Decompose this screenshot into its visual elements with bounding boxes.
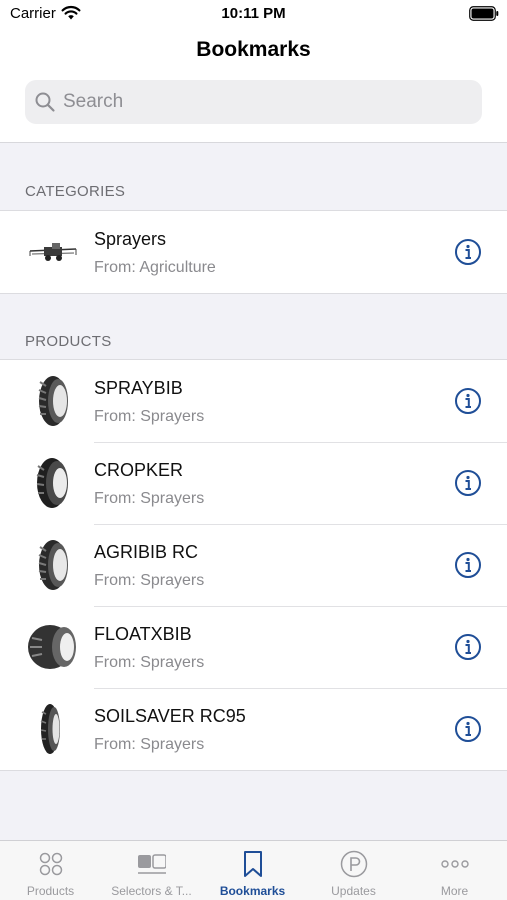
info-button[interactable] (454, 715, 482, 743)
product-row-cropker[interactable]: CROPKER From: Sprayers (0, 442, 507, 524)
tire-image (26, 456, 80, 510)
tab-bar: Products Selectors & T... Bookmarks Upda… (0, 840, 507, 900)
more-dots-icon (441, 860, 469, 868)
products-header: PRODUCTS (25, 333, 112, 350)
sprayer-machine-image (26, 225, 80, 279)
row-title: CROPKER (94, 460, 184, 480)
info-button[interactable] (454, 551, 482, 579)
tire-image (26, 374, 80, 428)
tab-label: Selectors & T... (111, 884, 192, 898)
status-time: 10:11 PM (221, 5, 286, 22)
tab-label: Bookmarks (219, 884, 286, 898)
info-icon (455, 239, 481, 265)
search-icon (35, 92, 55, 112)
status-bar: Carrier 10:11 PM (0, 0, 507, 30)
tab-bookmarks[interactable]: Bookmarks (202, 841, 303, 900)
row-subtitle: From: Sprayers (94, 572, 205, 589)
row-title: SOILSAVER RC95 (94, 706, 246, 726)
tab-label: Products (26, 884, 75, 898)
categories-header: CATEGORIES (25, 183, 126, 200)
info-button[interactable] (454, 469, 482, 497)
row-subtitle: From: Sprayers (94, 408, 205, 425)
product-row-spraybib[interactable]: SPRAYBIB From: Sprayers (0, 360, 507, 442)
grid-circles-icon (39, 852, 63, 876)
bookmark-icon (244, 851, 262, 877)
row-subtitle: From: Sprayers (94, 654, 205, 671)
row-title: AGRIBIB RC (94, 542, 199, 562)
products-list: SPRAYBIB From: Sprayers CROPKER From: Sp… (0, 359, 507, 771)
tab-more[interactable]: More (404, 841, 505, 900)
categories-list: Sprayers From: Agriculture (0, 210, 507, 294)
selectors-icon (138, 854, 166, 874)
row-title: SPRAYBIB (94, 378, 183, 398)
info-icon (455, 552, 481, 578)
info-icon (455, 716, 481, 742)
tire-image (26, 538, 80, 592)
product-row-floatxbib[interactable]: FLOATXBIB From: Sprayers (0, 606, 507, 688)
info-icon (455, 470, 481, 496)
page-title: Bookmarks (196, 38, 311, 61)
tab-label: More (440, 884, 469, 898)
category-row-sprayers[interactable]: Sprayers From: Agriculture (0, 211, 507, 293)
battery-icon (469, 6, 499, 21)
info-icon (455, 634, 481, 660)
info-button[interactable] (454, 633, 482, 661)
row-subtitle: From: Sprayers (94, 736, 205, 753)
row-title: Sprayers (94, 229, 167, 249)
row-subtitle: From: Agriculture (94, 259, 216, 276)
narrow-tire-image (26, 702, 80, 756)
row-subtitle: From: Sprayers (94, 490, 205, 507)
nav-header: Bookmarks (0, 30, 507, 143)
tab-updates[interactable]: Updates (303, 841, 404, 900)
search-bar[interactable] (25, 80, 482, 124)
search-input[interactable] (63, 80, 463, 124)
product-row-agribib-rc[interactable]: AGRIBIB RC From: Sprayers (0, 524, 507, 606)
tab-label: Updates (331, 884, 376, 898)
tab-products[interactable]: Products (0, 841, 101, 900)
info-button[interactable] (454, 387, 482, 415)
product-row-soilsaver-rc95[interactable]: SOILSAVER RC95 From: Sprayers (0, 688, 507, 770)
wide-tire-image (26, 620, 80, 674)
info-icon (455, 388, 481, 414)
row-title: FLOATXBIB (94, 624, 192, 644)
updates-icon (340, 850, 368, 878)
info-button[interactable] (454, 238, 482, 266)
tab-selectors[interactable]: Selectors & T... (101, 841, 202, 900)
